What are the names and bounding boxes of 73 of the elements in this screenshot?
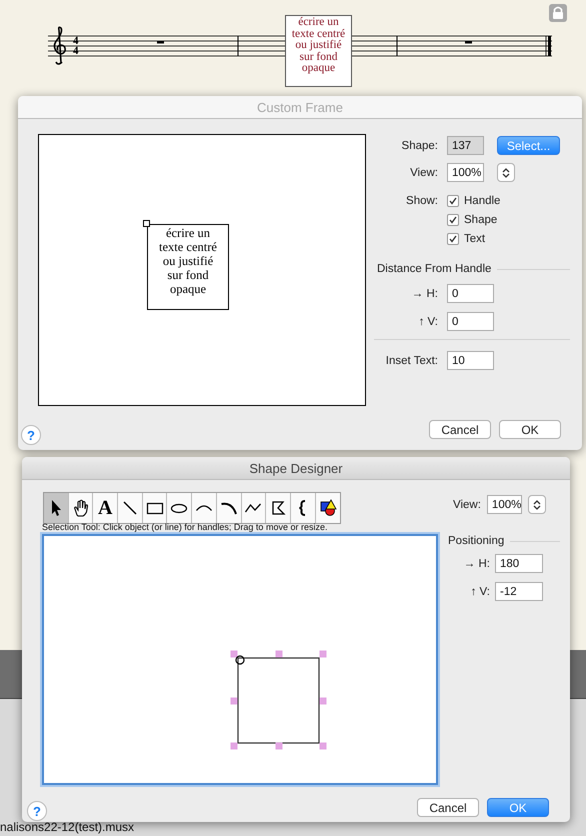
- checkbox-label: Text: [464, 233, 486, 245]
- frame-text-line: opaque: [302, 63, 336, 75]
- window-title: Shape Designer: [249, 460, 343, 476]
- tool-button[interactable]: [242, 493, 266, 523]
- tool-button[interactable]: [118, 493, 143, 523]
- tool-hint: Selection Tool: Click object (or line) for handles; Drag to move or resize.: [42, 522, 328, 532]
- up-down-icon: [532, 498, 541, 510]
- frame-text-line: ou justifié: [295, 40, 342, 52]
- text-tool-glyph: A: [98, 498, 112, 518]
- design-canvas[interactable]: [42, 534, 438, 785]
- view-stepper[interactable]: [497, 163, 515, 182]
- field-label: → H:: [410, 288, 438, 300]
- up-down-icon: [502, 166, 510, 178]
- field-label: View:: [409, 166, 438, 178]
- section-heading: Positioning: [448, 535, 504, 547]
- origin-handle[interactable]: [235, 655, 245, 665]
- checkmark-icon: [449, 235, 457, 243]
- tool-button[interactable]: [142, 493, 168, 523]
- tool-button[interactable]: [167, 493, 192, 523]
- view-field[interactable]: 100%: [486, 495, 522, 514]
- selection-handles[interactable]: [230, 650, 326, 750]
- preview-text-line: ou justifié: [162, 254, 214, 268]
- checkbox[interactable]: [447, 233, 459, 245]
- frame-text-line: écrire un: [298, 17, 339, 29]
- field-label: Show:: [405, 195, 438, 207]
- frame-handle[interactable]: [143, 220, 150, 227]
- dialog-button[interactable]: Cancel: [429, 420, 491, 439]
- preview-text-line: texte centré: [159, 240, 217, 254]
- field-label: Inset Text:: [384, 354, 438, 366]
- checkmark-icon: [449, 216, 457, 224]
- tool-button[interactable]: [68, 493, 94, 523]
- arc-icon: [196, 505, 212, 511]
- frame-text-line: texte centré: [292, 28, 346, 40]
- help-button[interactable]: ?: [27, 801, 47, 821]
- help-button[interactable]: ?: [21, 425, 41, 445]
- checkmark-icon: [449, 197, 457, 205]
- file-name: nalisons22-12(test).musx: [0, 820, 134, 834]
- horizontal-field[interactable]: 0: [447, 284, 494, 303]
- field-label: ↑ V:: [418, 316, 438, 328]
- checkbox[interactable]: [447, 214, 459, 226]
- checkbox-label: Handle: [464, 195, 500, 207]
- window-title: Custom Frame: [257, 100, 343, 114]
- shape-number-field[interactable]: 137: [447, 136, 484, 155]
- dialog-button[interactable]: OK: [499, 420, 561, 439]
- preview-text-line: sur fond: [167, 268, 209, 282]
- field-label: ↑ V:: [470, 586, 490, 598]
- tool-button[interactable]: [44, 493, 69, 523]
- field-label: Shape:: [400, 140, 438, 152]
- dialog-button[interactable]: Cancel: [417, 798, 479, 817]
- tool-button[interactable]: [192, 493, 217, 523]
- tool-button[interactable]: [266, 493, 291, 523]
- field-label: → H:: [462, 558, 490, 570]
- tool-button[interactable]: [216, 493, 242, 523]
- horizontal-field[interactable]: 180: [495, 554, 543, 573]
- tool-button[interactable]: A: [93, 493, 118, 523]
- view-field[interactable]: 100%: [447, 163, 484, 182]
- preview-text-line: écrire un: [166, 226, 210, 240]
- brace-icon: [299, 500, 306, 516]
- section-heading: Distance From Handle: [377, 263, 492, 275]
- checkbox[interactable]: [447, 195, 459, 207]
- line-icon: [120, 499, 139, 517]
- checkbox-label: Shape: [464, 214, 498, 226]
- vertical-field[interactable]: -12: [495, 582, 543, 601]
- hand-icon: [72, 499, 90, 517]
- color-shapes-icon: [318, 499, 337, 517]
- field-label: View:: [453, 498, 481, 510]
- view-stepper[interactable]: [528, 495, 546, 514]
- tool-button[interactable]: [290, 493, 316, 523]
- vertical-field[interactable]: 0: [447, 312, 494, 331]
- inset-text-field[interactable]: 10: [447, 351, 494, 370]
- frame-text-line: sur fond: [299, 52, 338, 64]
- preview-text-line: opaque: [170, 282, 206, 296]
- tool-button[interactable]: [316, 493, 340, 523]
